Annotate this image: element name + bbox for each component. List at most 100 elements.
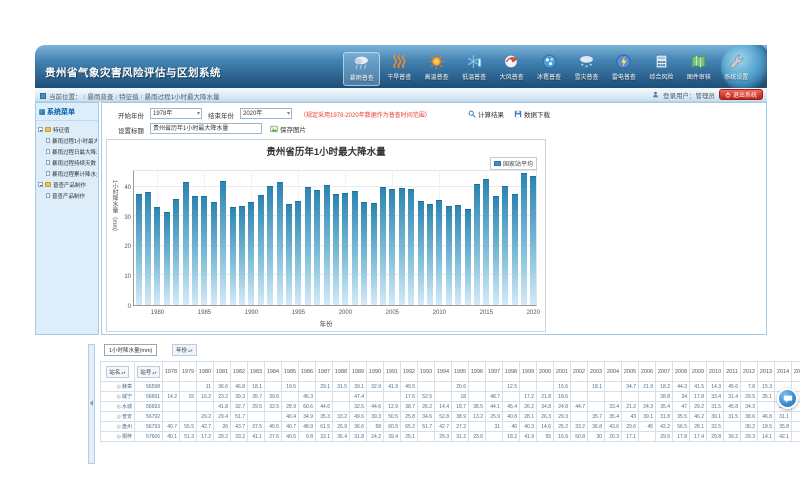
value-cell: 37.5 (248, 422, 265, 432)
power-icon (725, 92, 731, 98)
bar (389, 189, 395, 305)
value-cell: 40.8 (503, 412, 520, 422)
year-column-header: 1988 (333, 362, 350, 382)
nav-item-label: 图件审核 (687, 72, 711, 81)
value-cell (571, 382, 588, 392)
station-id-cell: 57606 (135, 432, 163, 442)
value-cell: 33.2 (333, 412, 350, 422)
bar (418, 201, 424, 305)
station-radio-icon[interactable]: ◎ (117, 404, 121, 410)
tree-expand-icon[interactable] (38, 182, 43, 187)
breadcrumb-item[interactable]: 特征值 (119, 94, 139, 101)
tree-item[interactable]: 暴雨过程累计降水量 (38, 168, 97, 179)
sort-arrows-icon: ▴▾ (152, 370, 157, 375)
nav-item-wind[interactable]: 大风普查 (493, 52, 530, 86)
value-cell: 17.2 (520, 392, 537, 402)
logout-button[interactable]: 退出系统 (719, 89, 763, 100)
end-year-select[interactable]: 2020年▾ (240, 108, 292, 119)
nav-item-drought[interactable]: 干旱普查 (380, 52, 417, 86)
user-icon (652, 91, 659, 98)
nav-item-rainstorm[interactable]: 暴雨普查 (343, 52, 380, 86)
station-name-cell[interactable]: ◎水城 (101, 402, 135, 412)
tree-group[interactable]: 普查产品制作 (38, 179, 97, 190)
tree-expand-icon[interactable] (38, 127, 43, 132)
table-row: ◎水城5669341.832.729.532.528.960.644.632.5… (101, 402, 800, 412)
nav-item-settings[interactable]: 系统设置 (718, 52, 755, 86)
snow-icon (578, 53, 595, 70)
station-radio-icon[interactable]: ◎ (117, 434, 121, 440)
data-download-button[interactable]: 数据下载 (514, 109, 550, 119)
value-cell (180, 402, 197, 412)
value-cell: 31.1 (775, 412, 792, 422)
breadcrumb-item[interactable]: 暴雨过程1小时最大降水量 (144, 94, 219, 101)
float-button[interactable] (777, 388, 798, 409)
calc-result-button[interactable]: 计算结果 (468, 109, 504, 119)
value-cell (503, 392, 520, 402)
breadcrumb-separator: / (84, 94, 86, 101)
sidebar-title: 系统菜单 (36, 103, 98, 121)
value-cell: 17.8 (690, 392, 707, 402)
start-year-select[interactable]: 1978年▾ (150, 108, 202, 119)
bar (211, 202, 217, 305)
value-cell: 25.8 (401, 412, 418, 422)
tree-item[interactable]: 暴雨过程持续天数 (38, 157, 97, 168)
value-cell: 36.6 (214, 382, 231, 392)
value-cell: 55.5 (180, 422, 197, 432)
nav-item-hail[interactable]: 冰雹普查 (530, 52, 567, 86)
station-name-cell[interactable]: ◎盘州 (101, 422, 135, 432)
chart-title-input[interactable]: 贵州省历年1小时最大降水量 (150, 123, 262, 134)
save-image-button[interactable]: 保存图片 (270, 124, 306, 134)
value-cell: 31.8 (656, 412, 673, 422)
tree-item[interactable]: 普查产品制作 (38, 190, 97, 201)
year-sort-field[interactable]: 年份▴▾ (172, 344, 197, 356)
chat-icon (783, 394, 793, 404)
value-cell: 29.3 (435, 432, 452, 442)
station-id-sort[interactable]: 站号▴▾ (137, 366, 160, 378)
tree-group[interactable]: 特征值 (38, 124, 97, 135)
nav-item-map-audit[interactable]: 图件审核 (680, 52, 717, 86)
year-column-header: 2015 (792, 362, 800, 382)
station-data-table-wrap: 站名▴▾站号▴▾19781979198019811982198319841985… (100, 361, 800, 442)
nav-item-low-temp[interactable]: 低温普查 (455, 52, 492, 86)
x-tick-label: 2010 (426, 310, 452, 316)
nav-item-snow[interactable]: 雪灾普查 (568, 52, 605, 86)
value-cell: 38.5 (469, 402, 486, 412)
station-name-cell[interactable]: ◎普安 (101, 412, 135, 422)
tree-item[interactable]: 暴雨过程1小时最大降水量 (38, 135, 97, 146)
value-cell: 29.2 (690, 402, 707, 412)
nav-item-lightning[interactable]: 雷电普查 (605, 52, 642, 86)
nav-item-high-temp[interactable]: 高温普查 (418, 52, 455, 86)
year-column-header: 2012 (741, 362, 758, 382)
value-cell: 52.5 (418, 392, 435, 402)
measure-field[interactable]: 1小时降水量(mm) (104, 344, 157, 356)
value-cell: 49.6 (350, 412, 367, 422)
value-cell (367, 392, 384, 402)
year-column-header: 2003 (588, 362, 605, 382)
collapse-handle[interactable] (88, 344, 95, 464)
bar (436, 200, 442, 305)
year-column-header: 1999 (520, 362, 537, 382)
station-name-sort[interactable]: 站名▴▾ (106, 366, 129, 378)
station-name-cell[interactable]: ◎赫章 (101, 382, 135, 392)
station-radio-icon[interactable]: ◎ (117, 414, 121, 420)
search-icon (468, 110, 476, 118)
value-cell: 44.3 (673, 382, 690, 392)
value-cell: 20.6 (452, 382, 469, 392)
value-cell: 38.7 (401, 402, 418, 412)
folder-icon (45, 182, 51, 187)
station-radio-icon[interactable]: ◎ (117, 394, 121, 400)
chart-legend[interactable]: 国家站平均 (490, 157, 537, 170)
station-radio-icon[interactable]: ◎ (117, 384, 121, 390)
save-disk-icon (514, 110, 522, 118)
value-cell: 60.6 (299, 402, 316, 412)
value-cell (197, 402, 214, 412)
station-data-table: 站名▴▾站号▴▾19781979198019811982198319841985… (100, 361, 800, 442)
tree-item[interactable]: 暴雨过程日最大降水量 (38, 146, 97, 157)
station-radio-icon[interactable]: ◎ (117, 424, 121, 430)
station-name-cell[interactable]: ◎威宁 (101, 392, 135, 402)
value-cell: 24.3 (639, 402, 656, 412)
breadcrumb-item[interactable]: 暴雨普查 (87, 94, 113, 101)
nav-item-risk[interactable]: 综合风险 (643, 52, 680, 86)
value-cell: 29.5 (656, 432, 673, 442)
station-name-cell[interactable]: ◎桐梓 (101, 432, 135, 442)
